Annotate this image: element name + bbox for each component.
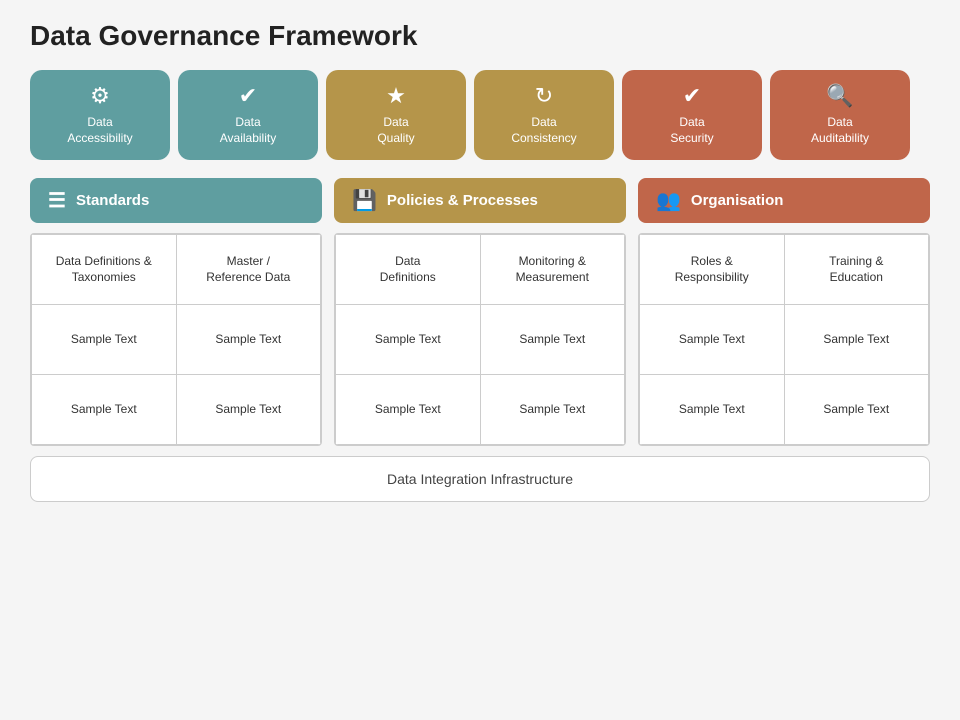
section-header-policies-processes: 💾 Policies & Processes bbox=[334, 178, 626, 223]
card-data-auditability: 🔍 DataAuditability bbox=[770, 70, 910, 160]
policies-processes-icon: 💾 bbox=[352, 188, 377, 213]
table-cell: Sample Text bbox=[640, 375, 785, 445]
table-cell: Sample Text bbox=[176, 305, 321, 375]
data-accessibility-icon: ⚙ bbox=[90, 83, 110, 109]
grid-header-policies-processes: Monitoring &Measurement bbox=[480, 235, 625, 305]
data-quality-icon: ★ bbox=[386, 83, 406, 109]
table-cell: Sample Text bbox=[784, 305, 929, 375]
section-headers-row: ☰ Standards 💾 Policies & Processes 👥 Org… bbox=[30, 178, 930, 223]
card-data-consistency: ↻ DataConsistency bbox=[474, 70, 614, 160]
data-auditability-icon: 🔍 bbox=[826, 83, 853, 109]
card-data-security: ✔ DataSecurity bbox=[622, 70, 762, 160]
grid-header-standards: Data Definitions &Taxonomies bbox=[32, 235, 177, 305]
data-availability-label: DataAvailability bbox=[220, 115, 276, 146]
table-cell: Sample Text bbox=[480, 375, 625, 445]
standards-icon: ☰ bbox=[48, 188, 66, 213]
grid-standards: Data Definitions &TaxonomiesMaster /Refe… bbox=[30, 233, 322, 446]
card-data-accessibility: ⚙ DataAccessibility bbox=[30, 70, 170, 160]
table-cell: Sample Text bbox=[176, 375, 321, 445]
card-data-availability: ✔ DataAvailability bbox=[178, 70, 318, 160]
table-cell: Sample Text bbox=[336, 305, 481, 375]
data-accessibility-label: DataAccessibility bbox=[67, 115, 132, 146]
table-cell: Sample Text bbox=[32, 305, 177, 375]
table-cell: Sample Text bbox=[336, 375, 481, 445]
page-title: Data Governance Framework bbox=[30, 20, 930, 52]
table-cell: Sample Text bbox=[480, 305, 625, 375]
data-consistency-icon: ↻ bbox=[535, 83, 553, 109]
section-header-organisation: 👥 Organisation bbox=[638, 178, 930, 223]
grid-header-organisation: Training &Education bbox=[784, 235, 929, 305]
grid-header-policies-processes: DataDefinitions bbox=[336, 235, 481, 305]
table-cell: Sample Text bbox=[784, 375, 929, 445]
grid-header-standards: Master /Reference Data bbox=[176, 235, 321, 305]
table-cell: Sample Text bbox=[640, 305, 785, 375]
table-cell: Sample Text bbox=[32, 375, 177, 445]
organisation-icon: 👥 bbox=[656, 188, 681, 213]
organisation-label: Organisation bbox=[691, 192, 784, 209]
top-cards-row: ⚙ DataAccessibility ✔ DataAvailability ★… bbox=[30, 70, 930, 160]
grid-organisation: Roles &ResponsibilityTraining &Education… bbox=[638, 233, 930, 446]
data-security-icon: ✔ bbox=[683, 83, 701, 109]
bottom-bar: Data Integration Infrastructure bbox=[30, 456, 930, 502]
data-quality-label: DataQuality bbox=[377, 115, 414, 146]
grid-header-organisation: Roles &Responsibility bbox=[640, 235, 785, 305]
data-auditability-label: DataAuditability bbox=[811, 115, 869, 146]
data-security-label: DataSecurity bbox=[670, 115, 713, 146]
section-header-standards: ☰ Standards bbox=[30, 178, 322, 223]
policies-processes-label: Policies & Processes bbox=[387, 192, 538, 209]
data-availability-icon: ✔ bbox=[239, 83, 257, 109]
card-data-quality: ★ DataQuality bbox=[326, 70, 466, 160]
grid-policies-processes: DataDefinitionsMonitoring &MeasurementSa… bbox=[334, 233, 626, 446]
grids-row: Data Definitions &TaxonomiesMaster /Refe… bbox=[30, 233, 930, 446]
standards-label: Standards bbox=[76, 192, 149, 209]
data-consistency-label: DataConsistency bbox=[511, 115, 576, 146]
